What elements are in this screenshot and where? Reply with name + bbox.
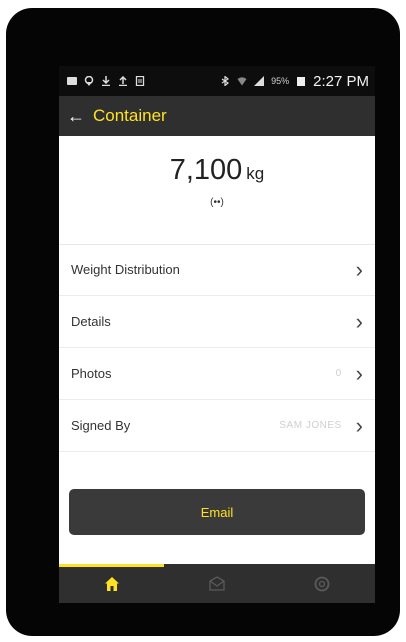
broadcast-signal-icon: (••): [210, 197, 224, 208]
chevron-right-icon: ›: [355, 256, 363, 282]
bluetooth-icon: [221, 76, 230, 86]
row-label: Weight Distribution: [71, 262, 180, 277]
wifi-icon: [237, 77, 247, 86]
weight-value: 7,100: [169, 154, 243, 186]
app-toolbar: ← Container: [59, 96, 375, 136]
tab-mail[interactable]: [164, 564, 269, 603]
bottom-nav: [59, 564, 375, 603]
weight-readout: 7,100 kg: [59, 154, 375, 187]
upload-icon: [119, 76, 127, 86]
home-icon: [104, 576, 119, 591]
row-signed-by[interactable]: Signed By SAM JONES ›: [59, 400, 375, 452]
signal-icon: [254, 76, 265, 86]
chevron-right-icon: ›: [355, 412, 363, 438]
row-label: Photos: [71, 366, 112, 381]
row-label: Details: [71, 314, 111, 329]
chevron-right-icon: ›: [355, 360, 363, 386]
phone-frame: 95% 2:27 PM ← Container 7,100 kg (••) Wei…: [6, 8, 400, 636]
status-bar: 95% 2:27 PM: [59, 66, 375, 96]
signer-name: SAM JONES: [279, 420, 342, 431]
row-label: Signed By: [71, 418, 131, 433]
row-weight-distribution[interactable]: Weight Distribution ›: [59, 244, 375, 296]
download-icon: [102, 76, 110, 86]
row-photos[interactable]: Photos 0 ›: [59, 348, 375, 400]
message-icon: [67, 77, 77, 85]
document-icon: [135, 76, 145, 86]
back-arrow-icon[interactable]: ←: [67, 106, 93, 127]
battery-percent: 95%: [271, 76, 290, 86]
tab-settings[interactable]: [270, 564, 375, 603]
weight-unit: kg: [246, 164, 265, 183]
battery-icon: [297, 77, 306, 86]
row-details[interactable]: Details ›: [59, 296, 375, 348]
details-list: Weight Distribution › Details › Photos 0…: [59, 244, 375, 452]
status-icons-right: 95% 2:27 PM: [220, 73, 369, 90]
location-icon: [84, 76, 94, 86]
chevron-right-icon: ›: [355, 308, 363, 334]
page-title: Container: [93, 106, 167, 125]
status-icons-left: [67, 76, 145, 86]
photos-count: 0: [335, 368, 342, 379]
app-screen: 95% 2:27 PM ← Container 7,100 kg (••) Wei…: [59, 66, 375, 603]
email-button[interactable]: Email: [69, 489, 365, 535]
weight-summary: 7,100 kg (••): [59, 136, 375, 245]
tab-home[interactable]: [59, 564, 165, 603]
status-time: 2:27 PM: [313, 72, 369, 90]
settings-icon: [314, 576, 330, 591]
mail-icon: [209, 575, 225, 591]
